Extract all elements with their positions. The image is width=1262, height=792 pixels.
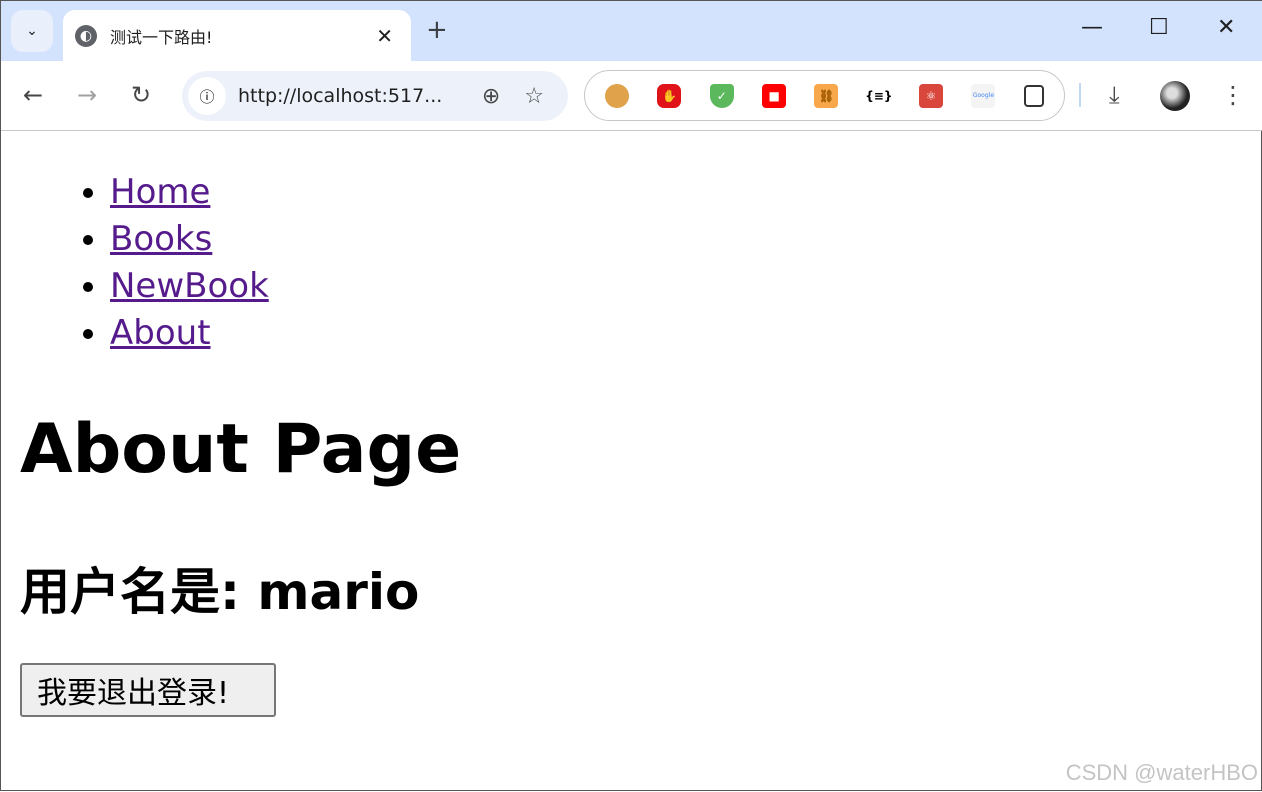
back-button[interactable]: ← — [23, 81, 43, 109]
browser-tab[interactable]: ◐ 测试一下路由! ✕ — [63, 10, 411, 62]
extensions-puzzle-icon[interactable] — [1023, 84, 1044, 107]
globe-icon: ◐ — [75, 25, 97, 47]
google-translate-icon[interactable]: Google — [971, 83, 996, 108]
watermark: CSDN @waterHBO — [1065, 760, 1258, 785]
info-icon[interactable]: ⓘ — [188, 77, 226, 115]
adblock-icon[interactable]: ✋ — [657, 83, 682, 108]
extensions-bar: ✋ ✓ ■ ⛓ {≡} ⚛ Google — [584, 70, 1065, 121]
link-icon[interactable]: ⛓ — [814, 83, 839, 108]
shield-check-icon[interactable]: ✓ — [709, 83, 734, 108]
maximize-button[interactable]: ☐ — [1149, 15, 1169, 40]
reload-button[interactable]: ↻ — [131, 81, 151, 109]
nav-link-home[interactable]: Home — [110, 172, 210, 212]
minimize-button[interactable]: — — [1081, 15, 1103, 40]
close-tab-icon[interactable]: ✕ — [376, 24, 393, 48]
bookmark-star-icon[interactable]: ☆ — [524, 84, 544, 109]
nav-link-newbook[interactable]: NewBook — [110, 266, 269, 306]
nav-link-books[interactable]: Books — [110, 219, 212, 259]
close-window-button[interactable]: ✕ — [1217, 15, 1235, 40]
nav-item: Books — [110, 216, 269, 263]
chevron-down-icon: ⌄ — [26, 23, 38, 39]
page-content: Home Books NewBook About About Page 用户名是… — [1, 132, 1261, 792]
tab-title: 测试一下路由! — [110, 28, 213, 47]
react-devtools-icon[interactable]: ⚛ — [919, 83, 944, 108]
username-heading: 用户名是: mario — [20, 563, 420, 621]
json-formatter-icon[interactable]: {≡} — [865, 84, 892, 108]
nav-list: Home Books NewBook About — [110, 169, 269, 357]
new-tab-button[interactable]: + — [426, 15, 448, 45]
more-menu-icon[interactable]: ⋮ — [1221, 81, 1245, 109]
url-text[interactable]: http://localhost:517... — [238, 85, 482, 107]
avatar[interactable] — [1160, 81, 1190, 111]
download-icon[interactable]: ⤓ — [1109, 81, 1120, 109]
page-title: About Page — [20, 410, 462, 489]
cookie-icon[interactable] — [605, 83, 630, 108]
nav-item: Home — [110, 169, 269, 216]
nav-item: About — [110, 310, 269, 357]
toolbar-divider — [1079, 83, 1081, 107]
address-bar[interactable]: ⓘ http://localhost:517... ⊕ ☆ — [182, 71, 568, 121]
tab-bar: ⌄ ◐ 测试一下路由! ✕ + — ☐ ✕ — [1, 1, 1262, 62]
nav-item: NewBook — [110, 263, 269, 310]
forward-button[interactable]: → — [77, 81, 97, 109]
tab-search-button[interactable]: ⌄ — [11, 10, 53, 52]
stop-icon[interactable]: ■ — [762, 83, 787, 108]
nav-link-about[interactable]: About — [110, 313, 211, 353]
logout-button[interactable]: 我要退出登录! — [20, 663, 276, 717]
zoom-icon[interactable]: ⊕ — [482, 84, 500, 109]
browser-toolbar: ← → ↻ ⓘ http://localhost:517... ⊕ ☆ ✋ ✓ … — [1, 61, 1262, 131]
